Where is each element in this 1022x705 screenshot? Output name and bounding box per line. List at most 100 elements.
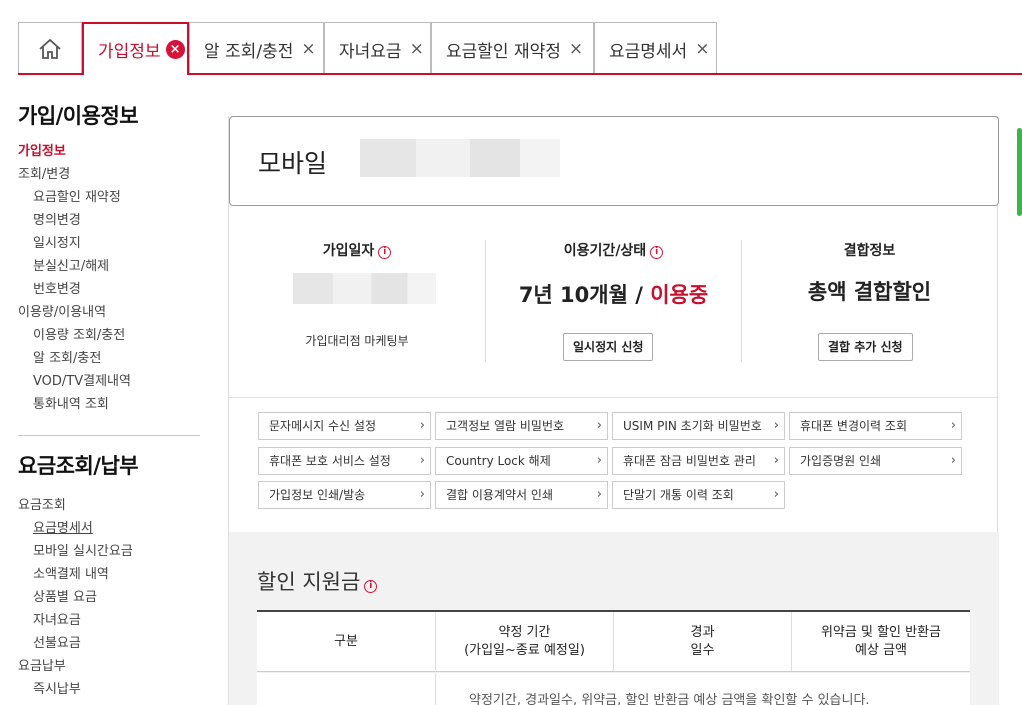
link-phone-lock-password[interactable]: 휴대폰 잠금 비밀번호 관리 › <box>612 447 785 475</box>
header-line: 경과 <box>690 624 715 640</box>
sidebar-item-bill-statement[interactable]: 요금명세서 <box>18 517 200 540</box>
combo-info-label: 결합정보 <box>843 243 896 259</box>
chevron-right-icon: › <box>773 487 779 502</box>
link-sms-settings[interactable]: 문자메시지 수신 설정 › <box>258 412 431 440</box>
tab-child-fee[interactable]: 자녀요금 × <box>324 22 431 75</box>
info-icon[interactable]: i <box>378 246 392 259</box>
sidebar-item-instant-pay[interactable]: 즉시납부 <box>18 678 200 701</box>
sidebar-item-number-change[interactable]: 번호변경 <box>18 278 200 301</box>
period-value: 7년 10개월 / <box>518 283 643 307</box>
link-label: 고객정보 열람 비밀번호 <box>446 419 565 433</box>
header-line: 일수 <box>690 642 715 658</box>
join-date-column: 가입일자 i 가입대리점 마케팅부 <box>229 216 485 398</box>
link-label: 가입증명원 인쇄 <box>800 454 882 468</box>
main-content: 모바일 가입일자 i 가입대리점 마케팅부 이용기간/상태 i 7년 10개월 / … <box>228 116 999 705</box>
link-label: 문자메시지 수신 설정 <box>269 419 376 433</box>
sidebar-item-lost-report[interactable]: 분실신고/해제 <box>18 255 200 278</box>
sidebar: 가입/이용정보 가입정보 조회/변경 요금할인 재약정 명의변경 일시정지 분실… <box>18 100 200 701</box>
link-certificate-print[interactable]: 가입증명원 인쇄 › <box>789 447 962 475</box>
chevron-right-icon: › <box>950 453 956 468</box>
chevron-right-icon: › <box>773 418 779 433</box>
link-label: USIM PIN 초기화 비밀번호 <box>623 419 762 433</box>
chevron-right-icon: › <box>950 418 956 433</box>
combo-info-column: 결합정보 총액 결합할인 결합 추가 신청 <box>742 216 997 398</box>
sidebar-item-suspend[interactable]: 일시정지 <box>18 232 200 255</box>
sidebar-item-egg-charge[interactable]: 알 조회/충전 <box>18 347 200 370</box>
link-label: 휴대폰 잠금 비밀번호 관리 <box>623 454 756 468</box>
info-icon[interactable]: i <box>364 580 378 593</box>
close-icon[interactable]: × <box>301 39 315 59</box>
link-label: 결합 이용계약서 인쇄 <box>446 488 553 502</box>
link-label: 가입정보 인쇄/발송 <box>269 488 366 502</box>
join-date-label: 가입일자 i <box>229 240 485 260</box>
header-line: 약정 기간 <box>498 624 551 640</box>
close-icon[interactable]: × <box>569 39 583 59</box>
link-phone-history[interactable]: 휴대폰 변경이력 조회 › <box>789 412 962 440</box>
tab-bill-statement[interactable]: 요금명세서 × <box>594 22 717 75</box>
combo-add-button[interactable]: 결합 추가 신청 <box>818 333 913 361</box>
sidebar-item-prepaid[interactable]: 선불요금 <box>18 632 200 655</box>
link-label: Country Lock 해제 <box>446 454 551 468</box>
suspend-request-button[interactable]: 일시정지 신청 <box>563 333 654 361</box>
sidebar-item-inquiry-change[interactable]: 조회/변경 <box>18 163 200 186</box>
link-label: 휴대폰 변경이력 조회 <box>800 419 907 433</box>
discount-title-text: 할인 지원금 <box>257 570 361 594</box>
link-country-lock[interactable]: Country Lock 해제 › <box>435 447 608 475</box>
usage-period-label-text: 이용기간/상태 <box>563 243 647 259</box>
table-note: 약정기간, 경과일수, 위약금, 할인 반환금 예상 금액을 확인할 수 있습니… <box>469 693 870 705</box>
close-icon[interactable]: × <box>410 39 424 59</box>
link-combo-contract[interactable]: 결합 이용계약서 인쇄 › <box>435 481 608 509</box>
link-usim-pin[interactable]: USIM PIN 초기화 비밀번호 › <box>612 412 785 440</box>
join-agency: 가입대리점 마케팅부 <box>305 334 409 348</box>
close-icon[interactable]: × <box>165 40 185 59</box>
sidebar-item-usage[interactable]: 이용량/이용내역 <box>18 301 200 324</box>
sidebar-item-usage-charge[interactable]: 이용량 조회/충전 <box>18 324 200 347</box>
sidebar-item-label: 요금명세서 <box>33 521 93 536</box>
header-line: 위약금 및 할인 반환금 <box>820 624 942 640</box>
subscription-summary: 가입일자 i 가입대리점 마케팅부 이용기간/상태 i 7년 10개월 / 이용중 … <box>229 216 999 398</box>
usage-period-column: 이용기간/상태 i 7년 10개월 / 이용중 일시정지 신청 <box>486 216 741 398</box>
tab-home[interactable] <box>18 22 82 75</box>
header-line: 예상 금액 <box>855 642 907 658</box>
masked-join-date <box>293 273 436 304</box>
chevron-right-icon: › <box>419 453 425 468</box>
tab-discount-renewal[interactable]: 요금할인 재약정 × <box>431 22 594 75</box>
chevron-right-icon: › <box>773 453 779 468</box>
sidebar-title-billing: 요금조회/납부 <box>18 454 139 478</box>
info-icon[interactable]: i <box>650 246 664 259</box>
table-header-contract-period: 약정 기간 (가입일~종료 예정일) <box>436 612 614 672</box>
status-value: 이용중 <box>650 283 709 307</box>
scrollbar-indicator[interactable] <box>1017 128 1022 216</box>
combo-info-value: 총액 결합할인 <box>807 280 932 304</box>
sidebar-divider <box>18 435 200 436</box>
sidebar-item-payment[interactable]: 요금납부 <box>18 655 200 678</box>
table-header-category: 구분 <box>257 612 436 672</box>
sidebar-item-micropayment[interactable]: 소액결제 내역 <box>18 563 200 586</box>
close-icon[interactable]: × <box>695 39 709 59</box>
sidebar-item-realtime-fee[interactable]: 모바일 실시간요금 <box>18 540 200 563</box>
chevron-right-icon: › <box>419 487 425 502</box>
sidebar-item-call-history[interactable]: 통화내역 조회 <box>18 393 200 416</box>
tab-egg-charge[interactable]: 알 조회/충전 × <box>189 22 324 75</box>
sidebar-item-discount-renewal[interactable]: 요금할인 재약정 <box>18 186 200 209</box>
link-phone-protection[interactable]: 휴대폰 보호 서비스 설정 › <box>258 447 431 475</box>
discount-title: 할인 지원금 i <box>257 566 378 596</box>
sidebar-item-fee-inquiry[interactable]: 요금조회 <box>18 494 200 517</box>
usage-period-label: 이용기간/상태 i <box>486 240 741 260</box>
sidebar-item-child-fee[interactable]: 자녀요금 <box>18 609 200 632</box>
link-device-history[interactable]: 단말기 개통 이력 조회 › <box>612 481 785 509</box>
table-header-penalty: 위약금 및 할인 반환금예상 금액 <box>792 612 970 672</box>
sidebar-item-product-fee[interactable]: 상품별 요금 <box>18 586 200 609</box>
sidebar-item-name-change[interactable]: 명의변경 <box>18 209 200 232</box>
sidebar-item-subscription-info[interactable]: 가입정보 <box>18 140 200 163</box>
tab-bar: 가입정보 × 알 조회/충전 × 자녀요금 × 요금할인 재약정 × 요금명세서… <box>0 0 1022 76</box>
sidebar-item-vod-tv[interactable]: VOD/TV결제내역 <box>18 370 200 393</box>
title-box: 모바일 <box>229 116 999 206</box>
link-customer-password[interactable]: 고객정보 열람 비밀번호 › <box>435 412 608 440</box>
chevron-right-icon: › <box>596 453 602 468</box>
link-info-print[interactable]: 가입정보 인쇄/발송 › <box>258 481 431 509</box>
link-label: 단말기 개통 이력 조회 <box>623 488 734 502</box>
tab-subscription-info[interactable]: 가입정보 × <box>82 22 189 75</box>
tab-label: 자녀요금 <box>339 41 402 62</box>
link-label: 휴대폰 보호 서비스 설정 <box>269 454 391 468</box>
